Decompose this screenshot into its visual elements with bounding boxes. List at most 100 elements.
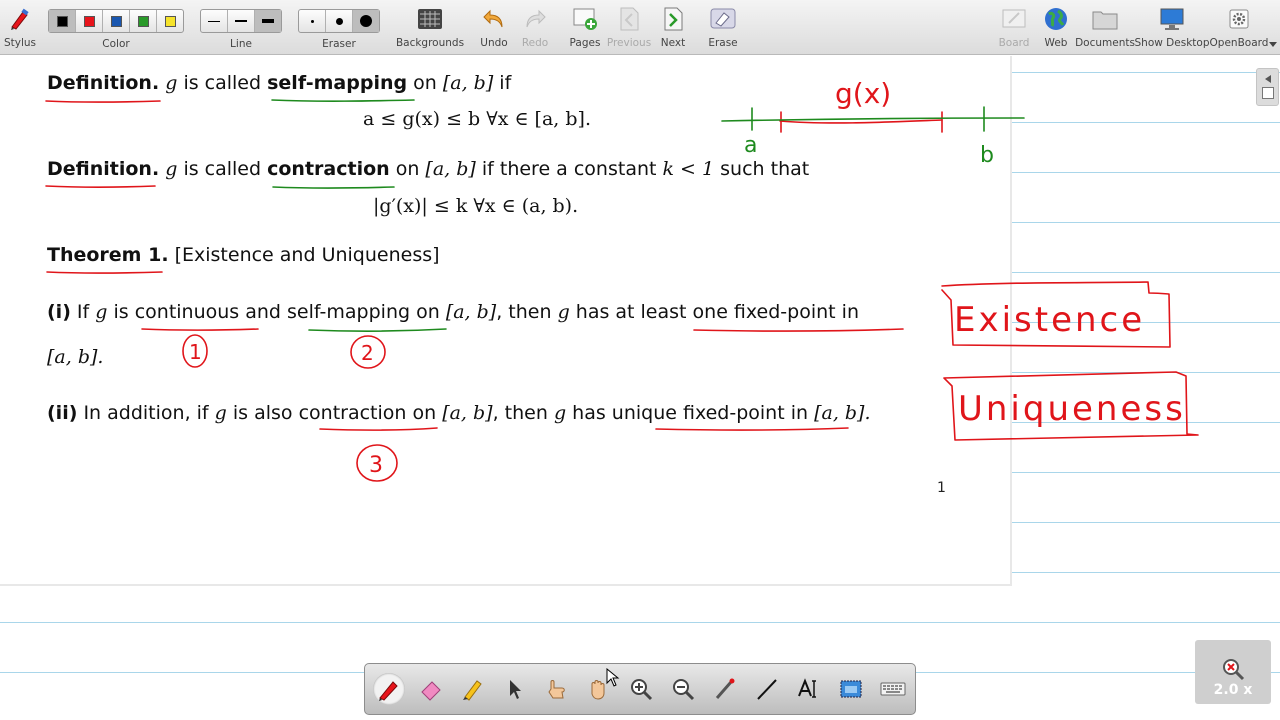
color-green[interactable] [130, 10, 157, 32]
theorem-part-1-continued: [a, b]. [47, 346, 103, 368]
openboard-menu-button[interactable]: OpenBoard [1209, 4, 1269, 52]
text-tool-button[interactable] [793, 673, 825, 705]
redo-icon [520, 4, 550, 34]
highlighter-icon [463, 680, 482, 701]
marker-tool-button[interactable] [457, 673, 489, 705]
line-medium[interactable] [228, 10, 255, 32]
interact-tool-button[interactable] [541, 673, 573, 705]
line-label: Line [230, 38, 252, 50]
term-unique-fixed-point: unique fixed-point [611, 402, 785, 424]
next-page-icon [658, 4, 688, 34]
math-interval: [a, b] [442, 402, 493, 424]
eraser-group: Eraser [298, 4, 380, 52]
board-label: Board [998, 37, 1030, 49]
theorem-label: Theorem 1. [47, 244, 169, 266]
color-yellow[interactable] [157, 10, 183, 32]
text: is [107, 301, 135, 323]
board-button[interactable]: Board [997, 4, 1031, 52]
term-continuous: continuous [134, 301, 240, 323]
globe-icon [1041, 4, 1071, 34]
text: , then [492, 402, 554, 424]
zoom-icon [1223, 659, 1245, 681]
eraser-small[interactable] [299, 10, 326, 32]
show-desktop-label: Show Desktop [1134, 37, 1210, 49]
theorem-title: [Existence and Uniqueness] [168, 244, 440, 266]
erase-button[interactable]: Erase [706, 4, 740, 52]
line-tool-button[interactable] [751, 673, 783, 705]
eraser-tool-button[interactable] [415, 673, 447, 705]
redo-button[interactable]: Redo [519, 4, 551, 52]
previous-page-icon [614, 4, 644, 34]
math-interval: [a, b] [442, 72, 494, 94]
color-swatch [137, 15, 149, 27]
text: such that [714, 158, 810, 180]
eraser-large[interactable] [353, 10, 379, 32]
undo-button[interactable]: Undo [478, 4, 510, 52]
next-button[interactable]: Next [657, 4, 689, 52]
stylus-icon [5, 4, 35, 34]
laser-pointer-button[interactable] [709, 673, 741, 705]
formula-self-mapping: a ≤ g(x) ≤ b ∀x ∈ [a, b]. [363, 108, 591, 130]
pen-icon [379, 681, 398, 701]
eraser-icon [421, 681, 441, 701]
pen-tool-button[interactable] [373, 673, 405, 705]
documents-label: Documents [1075, 37, 1135, 49]
math-interval: [a, b] [425, 158, 476, 180]
web-button[interactable]: Web [1041, 4, 1071, 52]
selector-tool-button[interactable] [499, 673, 531, 705]
mouse-cursor-icon [606, 668, 620, 687]
color-red[interactable] [76, 10, 103, 32]
documents-button[interactable]: Documents [1075, 4, 1135, 52]
text: in [835, 301, 859, 323]
virtual-keyboard-button[interactable] [877, 673, 909, 705]
definition-contraction: Definition. g is called contraction on [… [47, 158, 809, 180]
capture-tool-button[interactable] [835, 673, 867, 705]
line-thick[interactable] [255, 10, 281, 32]
right-palette-tab[interactable] [1256, 68, 1279, 106]
text: on [389, 158, 426, 180]
pages-label: Pages [569, 37, 601, 49]
web-label: Web [1044, 37, 1068, 49]
tool-dock [364, 663, 916, 715]
folder-icon [1090, 4, 1120, 34]
line-thin[interactable] [201, 10, 228, 32]
math-g: g [553, 402, 567, 424]
openboard-label: OpenBoard [1209, 37, 1269, 49]
library-icon [1262, 87, 1274, 99]
math-interval: [a, b] [445, 301, 497, 323]
eraser-label: Eraser [322, 38, 356, 50]
text: on [406, 402, 443, 424]
color-black[interactable] [49, 10, 76, 32]
stylus-button[interactable]: Stylus [4, 4, 36, 52]
color-swatch [56, 15, 68, 27]
text: is called [177, 72, 268, 94]
color-palette [48, 9, 184, 33]
color-swatch [83, 15, 95, 27]
term-least-one-fixed-point: least one fixed-point [640, 301, 836, 323]
zoom-out-tool-button[interactable] [667, 673, 699, 705]
line-width-selector [200, 9, 282, 33]
part-number: (i) [47, 301, 71, 323]
term-contraction: contraction [267, 158, 390, 180]
backgrounds-button[interactable]: Backgrounds [395, 4, 465, 52]
show-desktop-button[interactable]: Show Desktop [1134, 4, 1210, 52]
top-toolbar: Stylus Color Line Eraser Backgrounds Und… [0, 0, 1280, 55]
text: if [493, 72, 512, 94]
stylus-label: Stylus [3, 37, 37, 49]
term-self-mapping: self-mapping [287, 301, 411, 323]
zoom-widget[interactable]: 2.0 x [1195, 640, 1271, 704]
zoom-in-tool-button[interactable] [625, 673, 657, 705]
pages-button[interactable]: Pages [568, 4, 602, 52]
text: on [410, 301, 446, 323]
eraser-medium[interactable] [326, 10, 353, 32]
text: In addition, if [77, 402, 215, 424]
backgrounds-label: Backgrounds [395, 37, 465, 49]
monitor-icon [1157, 4, 1187, 34]
chevron-down-icon[interactable] [1269, 42, 1277, 47]
color-blue[interactable] [103, 10, 130, 32]
cursor-arrow-icon [510, 680, 521, 699]
laser-pointer-icon [715, 678, 735, 699]
text: has [566, 402, 612, 424]
term-contraction: contraction [298, 402, 407, 424]
previous-button[interactable]: Previous [606, 4, 652, 52]
